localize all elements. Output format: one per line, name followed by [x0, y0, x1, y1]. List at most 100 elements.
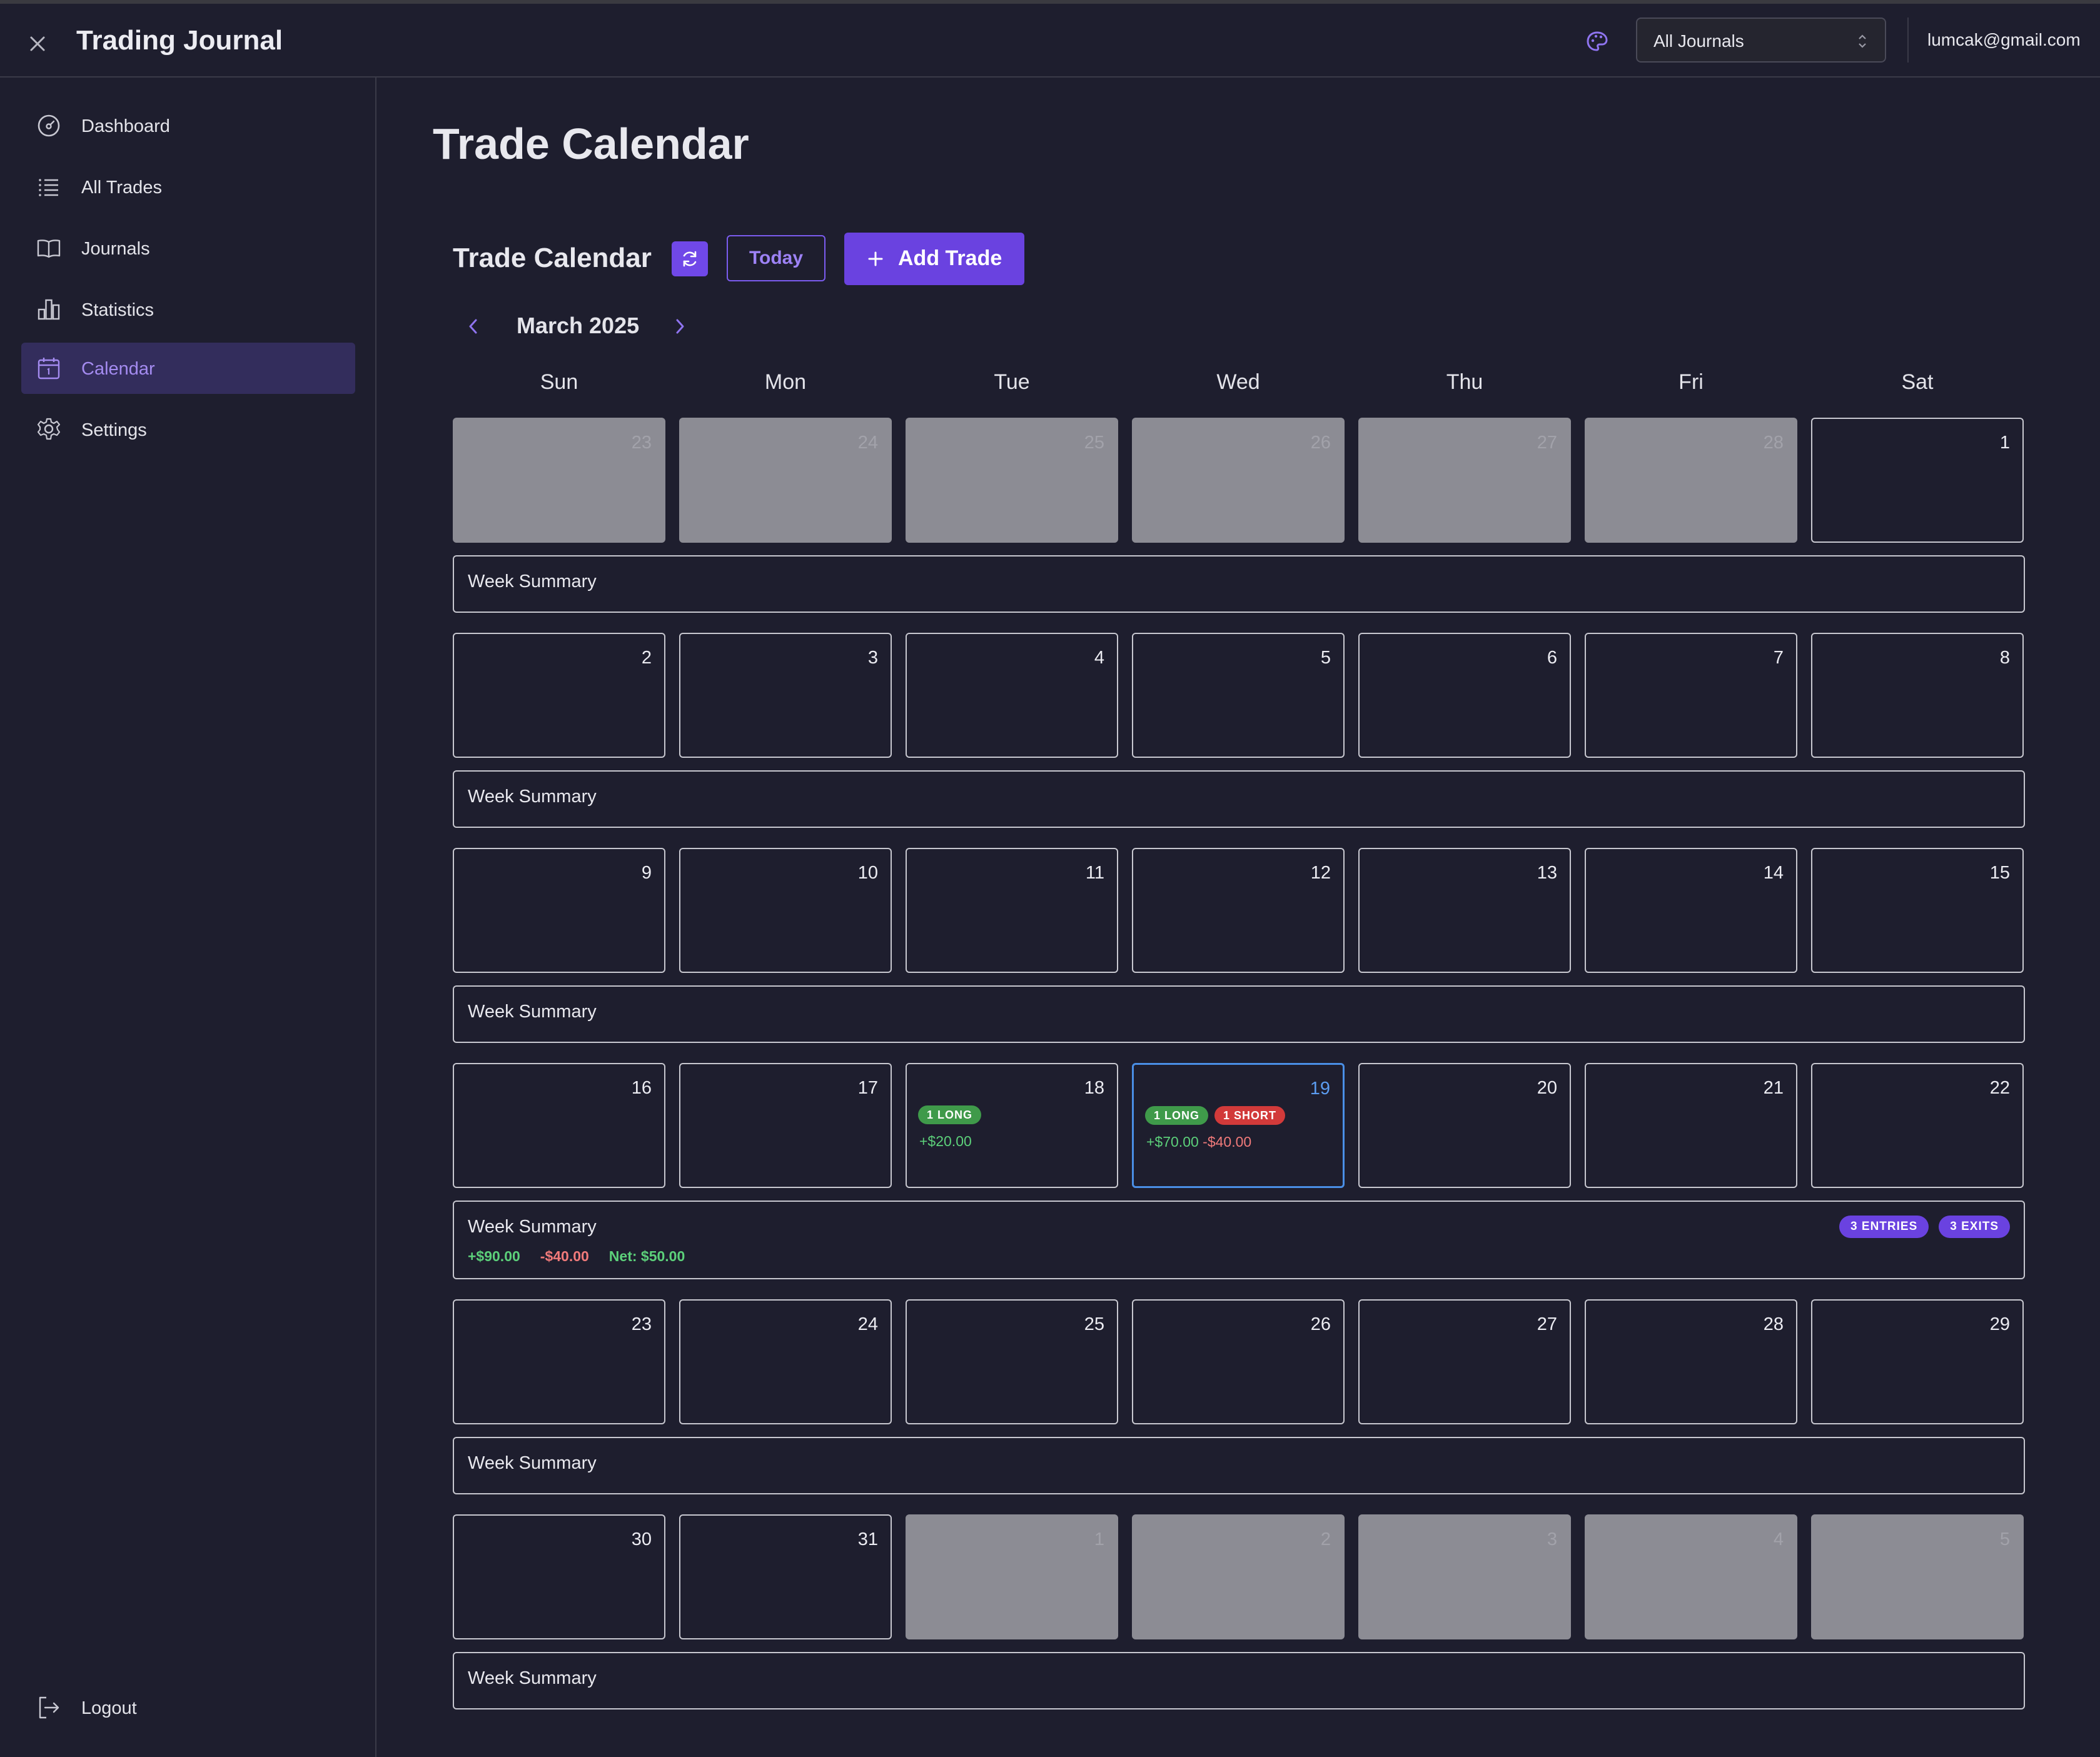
sidebar-item-label: Settings	[81, 420, 147, 440]
day-cell-outside-month[interactable]: 28	[1585, 418, 1797, 543]
refresh-button[interactable]	[672, 241, 708, 276]
day-cell-outside-month[interactable]: 4	[1585, 1514, 1797, 1639]
day-cell[interactable]: 1	[1811, 418, 2024, 543]
trade-badges: 1 LONG	[918, 1105, 982, 1124]
day-number: 14	[1763, 863, 1784, 883]
week-summary-label: Week Summary	[468, 571, 597, 592]
day-cell[interactable]: 22	[1811, 1063, 2024, 1188]
day-cell[interactable]: 4	[906, 633, 1118, 758]
short-badge: 1 SHORT	[1214, 1106, 1286, 1125]
weekday-label: Sat	[1901, 370, 1934, 394]
day-number: 10	[857, 863, 878, 883]
add-trade-button[interactable]: Add Trade	[844, 233, 1024, 285]
day-cell[interactable]: 25	[906, 1299, 1118, 1424]
calendar-title: Trade Calendar	[453, 243, 652, 273]
day-cell[interactable]: 26	[1132, 1299, 1345, 1424]
week-summary[interactable]: Week Summary	[453, 985, 2025, 1043]
day-cell[interactable]: 18 1 LONG +$20.00	[906, 1063, 1118, 1188]
profit-value: +$70.00	[1146, 1134, 1199, 1150]
day-cell[interactable]: 5	[1132, 633, 1345, 758]
day-cell-outside-month[interactable]: 26	[1132, 418, 1345, 543]
day-cell-outside-month[interactable]: 1	[906, 1514, 1118, 1639]
chevron-up-down-icon	[1859, 34, 1866, 48]
trade-badges: 1 LONG 1 SHORT	[1145, 1106, 1286, 1125]
day-number: 5	[1320, 648, 1331, 668]
day-number: 20	[1537, 1078, 1557, 1098]
day-number: 3	[867, 648, 878, 668]
day-number: 26	[1310, 1314, 1331, 1334]
day-cell[interactable]: 17	[679, 1063, 892, 1188]
refresh-icon	[683, 251, 697, 267]
day-cell-outside-month[interactable]: 3	[1358, 1514, 1571, 1639]
week-loss: -$40.00	[540, 1248, 589, 1264]
sidebar-item-label: Dashboard	[81, 116, 170, 136]
day-number: 16	[631, 1078, 652, 1098]
day-cell[interactable]: 20	[1358, 1063, 1571, 1188]
day-cell-today[interactable]: 19 1 LONG 1 SHORT +$70.00 -$40.00	[1132, 1063, 1345, 1188]
journal-select[interactable]: All Journals	[1636, 18, 1886, 63]
day-number: 15	[1989, 863, 2010, 883]
day-number: 2	[641, 648, 652, 668]
day-cell[interactable]: 14	[1585, 848, 1797, 973]
day-cell[interactable]: 11	[906, 848, 1118, 973]
week-summary[interactable]: Week Summary +$90.00 -$40.00 Net: $50.00 3 E…	[453, 1201, 2025, 1279]
chevron-right-icon[interactable]	[670, 315, 689, 338]
logout-button[interactable]: Logout	[21, 1682, 355, 1733]
day-cell[interactable]: 30	[453, 1514, 665, 1639]
palette-icon[interactable]	[1585, 29, 1610, 54]
sidebar-item-label: Calendar	[81, 359, 155, 379]
day-cell[interactable]: 13	[1358, 848, 1571, 973]
sidebar-item-journals[interactable]: Journals	[21, 223, 355, 274]
day-number: 11	[1085, 863, 1104, 883]
day-cell[interactable]: 16	[453, 1063, 665, 1188]
close-icon[interactable]	[23, 29, 53, 59]
day-cell[interactable]: 10	[679, 848, 892, 973]
day-cell[interactable]: 9	[453, 848, 665, 973]
entries-badge: 3 ENTRIES	[1839, 1216, 1929, 1238]
day-cell[interactable]: 8	[1811, 633, 2024, 758]
sidebar-item-settings[interactable]: Settings	[21, 404, 355, 455]
sidebar-item-calendar[interactable]: Calendar	[21, 343, 355, 394]
day-cell-outside-month[interactable]: 24	[679, 418, 892, 543]
day-cell[interactable]: 27	[1358, 1299, 1571, 1424]
user-email[interactable]: lumcak@gmail.com	[1927, 30, 2081, 50]
day-number: 25	[1084, 1314, 1104, 1334]
sidebar-item-label: Journals	[81, 239, 150, 259]
week-summary[interactable]: Week Summary	[453, 555, 2025, 613]
day-cell[interactable]: 15	[1811, 848, 2024, 973]
day-cell[interactable]: 29	[1811, 1299, 2024, 1424]
week-summary[interactable]: Week Summary	[453, 1652, 2025, 1709]
day-cell[interactable]: 7	[1585, 633, 1797, 758]
day-cell[interactable]: 28	[1585, 1299, 1797, 1424]
day-number: 5	[1999, 1529, 2010, 1549]
chevron-left-icon[interactable]	[464, 315, 483, 338]
day-cell[interactable]: 21	[1585, 1063, 1797, 1188]
day-cell[interactable]: 6	[1358, 633, 1571, 758]
loss-value: -$40.00	[1203, 1134, 1252, 1150]
today-button[interactable]: Today	[727, 235, 825, 281]
day-cell[interactable]: 3	[679, 633, 892, 758]
week-summary-label: Week Summary	[468, 1217, 597, 1237]
week-summary[interactable]: Week Summary	[453, 1437, 2025, 1494]
exits-badge: 3 EXITS	[1939, 1216, 2010, 1238]
sidebar-item-statistics[interactable]: Statistics	[21, 284, 355, 335]
day-cell-outside-month[interactable]: 23	[453, 418, 665, 543]
day-number: 22	[1989, 1078, 2010, 1098]
day-pnl: +$70.00 -$40.00	[1146, 1134, 1251, 1150]
sidebar-item-all-trades[interactable]: All Trades	[21, 161, 355, 213]
weekday-label: Tue	[994, 370, 1030, 394]
day-cell-outside-month[interactable]: 25	[906, 418, 1118, 543]
day-cell[interactable]: 31	[679, 1514, 892, 1639]
day-cell[interactable]: 23	[453, 1299, 665, 1424]
day-cell-outside-month[interactable]: 27	[1358, 418, 1571, 543]
day-cell-outside-month[interactable]: 2	[1132, 1514, 1345, 1639]
weekday-label: Thu	[1446, 370, 1483, 394]
day-cell[interactable]: 12	[1132, 848, 1345, 973]
day-cell[interactable]: 24	[679, 1299, 892, 1424]
day-cell[interactable]: 2	[453, 633, 665, 758]
week-profit: +$90.00	[468, 1248, 520, 1264]
day-cell-outside-month[interactable]: 5	[1811, 1514, 2024, 1639]
week-summary[interactable]: Week Summary	[453, 770, 2025, 828]
sidebar-item-dashboard[interactable]: Dashboard	[21, 100, 355, 151]
long-badge: 1 LONG	[1145, 1106, 1209, 1125]
